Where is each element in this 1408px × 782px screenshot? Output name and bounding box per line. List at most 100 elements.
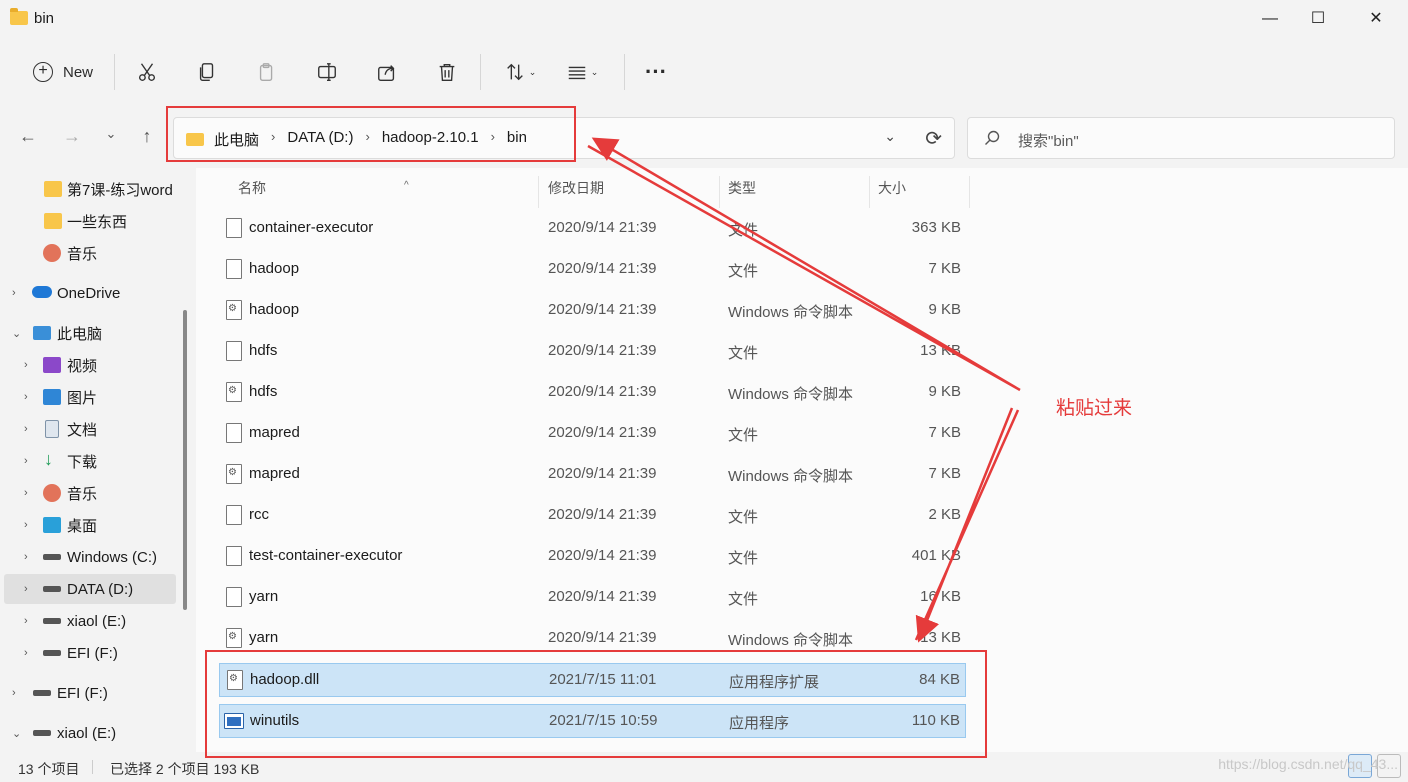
file-name: container-executor [249, 219, 374, 236]
more-button[interactable]: ··· [640, 58, 672, 86]
up-button[interactable]: ↑ [135, 126, 159, 150]
paste-button[interactable] [251, 58, 283, 86]
chevron-right-icon[interactable]: › [24, 551, 28, 563]
forward-button[interactable]: → [60, 126, 84, 150]
file-name: mapred [249, 424, 300, 441]
sidebar-item-label: 此电脑 [57, 325, 103, 343]
sort-ascending-icon: ^ [404, 180, 409, 191]
chevron-right-icon[interactable]: › [24, 615, 28, 627]
file-row[interactable]: yarn 2020/9/14 21:39 Windows 命令脚本 13 KB [219, 622, 966, 656]
search-icon [985, 130, 1000, 145]
breadcrumb: 此电脑 › DATA (D:) › hadoop-2.10.1 › bin [214, 129, 527, 150]
chevron-down-icon: ⌄ [590, 66, 599, 77]
cut-button[interactable] [131, 58, 163, 86]
file-row[interactable]: test-container-executor 2020/9/14 21:39 … [219, 540, 966, 574]
sidebar-item-label: DATA (D:) [67, 580, 134, 598]
chevron-right-icon[interactable]: › [271, 129, 275, 150]
chevron-right-icon[interactable]: › [24, 519, 28, 531]
file-icon [226, 423, 242, 443]
file-row[interactable]: rcc 2020/9/14 21:39 文件 2 KB [219, 499, 966, 533]
copy-button[interactable] [191, 58, 223, 86]
chevron-down-icon[interactable]: ⌄ [12, 727, 21, 740]
sidebar-item-folder[interactable]: 第7课-练习word [0, 174, 176, 204]
sidebar-item-folder[interactable]: 一些东西 [0, 206, 176, 236]
delete-icon [439, 63, 455, 81]
file-row-selected[interactable]: winutils 2021/7/15 10:59 应用程序 110 KB [219, 704, 966, 738]
sidebar-item-drive-c[interactable]: › Windows (C:) [0, 542, 176, 572]
search-input[interactable]: 搜索"bin" [1018, 130, 1079, 151]
sidebar-item-downloads[interactable]: › ↓ 下载 [0, 446, 176, 476]
file-size: 7 KB [928, 424, 961, 441]
sidebar-item-music[interactable]: › 音乐 [0, 478, 176, 508]
file-name: yarn [249, 588, 279, 605]
breadcrumb-item[interactable]: 此电脑 [214, 129, 259, 150]
maximize-button[interactable]: ☐ [1295, 0, 1341, 38]
file-row[interactable]: hadoop 2020/9/14 21:39 Windows 命令脚本 9 KB [219, 294, 966, 328]
column-header-date[interactable]: 修改日期 [540, 176, 720, 208]
file-name: hdfs [249, 383, 278, 400]
delete-button[interactable] [431, 58, 463, 86]
sidebar-item-onedrive[interactable]: › OneDrive [0, 278, 176, 308]
sidebar-item-documents[interactable]: › 文档 [0, 414, 176, 444]
chevron-right-icon[interactable]: › [24, 391, 28, 403]
chevron-right-icon[interactable]: › [12, 287, 16, 299]
column-header-name[interactable]: ^ 名称 [219, 176, 539, 208]
back-button[interactable]: ← [16, 126, 40, 150]
breadcrumb-item[interactable]: hadoop-2.10.1 [382, 129, 479, 150]
column-header-type[interactable]: 类型 [720, 176, 870, 208]
refresh-button[interactable]: ⟳ [925, 126, 942, 151]
sidebar-item-drive-e[interactable]: › xiaol (E:) [0, 606, 176, 636]
file-row[interactable]: mapred 2020/9/14 21:39 Windows 命令脚本 7 KB [219, 458, 966, 492]
chevron-right-icon[interactable]: › [365, 129, 369, 150]
rename-button[interactable] [311, 58, 343, 86]
drive-icon [43, 554, 61, 560]
sidebar-item-this-pc[interactable]: ⌄ 此电脑 [0, 318, 176, 348]
sidebar-item-videos[interactable]: › 视频 [0, 350, 176, 380]
sidebar-item-drive-f[interactable]: › EFI (F:) [0, 638, 176, 668]
chevron-right-icon[interactable]: › [24, 455, 28, 467]
chevron-right-icon[interactable]: › [24, 583, 28, 595]
file-row[interactable]: yarn 2020/9/14 21:39 文件 16 KB [219, 581, 966, 615]
share-button[interactable] [371, 58, 403, 86]
file-row[interactable]: hdfs 2020/9/14 21:39 Windows 命令脚本 9 KB [219, 376, 966, 410]
breadcrumb-item[interactable]: DATA (D:) [287, 129, 353, 150]
file-row[interactable]: hadoop 2020/9/14 21:39 文件 7 KB [219, 253, 966, 287]
minimize-button[interactable]: — [1247, 0, 1293, 38]
sidebar-scrollbar[interactable] [183, 310, 187, 610]
sidebar-item-drive-f[interactable]: › EFI (F:) [0, 678, 176, 708]
address-history-button[interactable]: ⌄ [884, 128, 896, 145]
breadcrumb-item[interactable]: bin [507, 129, 527, 150]
address-bar[interactable]: 此电脑 › DATA (D:) › hadoop-2.10.1 › bin ⌄ … [173, 117, 955, 159]
view-button[interactable]: ⌄ [558, 58, 606, 86]
sidebar-item-label: EFI (F:) [67, 644, 118, 662]
file-row[interactable]: container-executor 2020/9/14 21:39 文件 36… [219, 212, 966, 246]
new-button[interactable]: + New [28, 58, 98, 86]
sidebar-item-label: xiaol (E:) [57, 724, 117, 742]
column-header-size[interactable]: 大小 [870, 176, 970, 208]
file-date: 2020/9/14 21:39 [548, 547, 657, 564]
sidebar-item-music[interactable]: 音乐 [0, 238, 176, 268]
sidebar-item-pictures[interactable]: › 图片 [0, 382, 176, 412]
recent-locations-button[interactable]: ⌄ [99, 126, 123, 150]
chevron-right-icon[interactable]: › [12, 687, 16, 699]
chevron-right-icon[interactable]: › [24, 487, 28, 499]
close-button[interactable]: ✕ [1353, 0, 1399, 38]
sidebar-item-label: Windows (C:) [67, 548, 158, 566]
sidebar-item-drive-d[interactable]: › DATA (D:) [4, 574, 176, 604]
file-row[interactable]: hdfs 2020/9/14 21:39 文件 13 KB [219, 335, 966, 369]
chevron-right-icon[interactable]: › [24, 359, 28, 371]
sort-button[interactable]: ⌄ [496, 58, 544, 86]
sidebar-item-drive-e[interactable]: ⌄ xiaol (E:) [0, 718, 176, 748]
chevron-down-icon[interactable]: ⌄ [12, 327, 21, 340]
chevron-right-icon[interactable]: › [24, 647, 28, 659]
search-box[interactable]: 搜索"bin" [967, 117, 1395, 159]
chevron-right-icon[interactable]: › [491, 129, 495, 150]
file-row-selected[interactable]: hadoop.dll 2021/7/15 11:01 应用程序扩展 84 KB [219, 663, 966, 697]
chevron-right-icon[interactable]: › [24, 423, 28, 435]
sidebar-item-desktop[interactable]: › 桌面 [0, 510, 176, 540]
column-header-label: 大小 [878, 180, 906, 196]
toolbar-divider [480, 54, 481, 90]
new-button-label: New [62, 63, 93, 81]
file-type: Windows 命令脚本 [728, 468, 854, 485]
file-row[interactable]: mapred 2020/9/14 21:39 文件 7 KB [219, 417, 966, 451]
